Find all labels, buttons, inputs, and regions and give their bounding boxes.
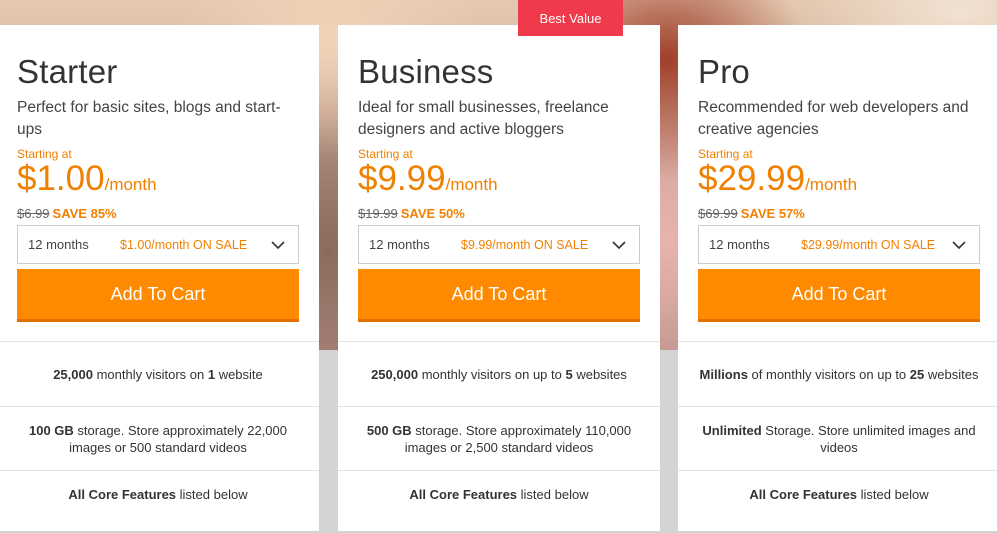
feature-visitors: 250,000 monthly visitors on up to 5 webs… — [338, 341, 660, 406]
price: $9.99/month — [358, 160, 640, 205]
price: $29.99/month — [698, 160, 980, 205]
feature-storage: 500 GB storage. Store approximately 110,… — [338, 406, 660, 470]
plan-description: Recommended for web developers and creat… — [698, 99, 969, 138]
term-length: 12 months — [709, 237, 770, 252]
feature-storage: Unlimited Storage. Store unlimited image… — [678, 406, 997, 470]
feature-visitors: Millions of monthly visitors on up to 25… — [678, 341, 997, 406]
savings-line: $19.99 SAVE 50% — [358, 206, 640, 222]
term-sale-price: $1.00/month ON SALE — [120, 237, 248, 252]
best-value-badge: Best Value — [518, 0, 623, 36]
add-to-cart-button[interactable]: Add To Cart — [17, 269, 299, 322]
save-percent: SAVE 85% — [52, 206, 117, 221]
chevron-down-icon — [952, 241, 966, 250]
price-amount: $1.00 — [17, 159, 105, 198]
term-sale-price: $29.99/month ON SALE — [801, 237, 936, 252]
term-length: 12 months — [28, 237, 89, 252]
plan-description: Ideal for small businesses, freelance de… — [358, 99, 609, 138]
term-dropdown[interactable]: 12 months $9.99/month ON SALE — [358, 225, 640, 264]
term-length: 12 months — [369, 237, 430, 252]
price: $1.00/month — [17, 160, 299, 205]
plan-card-starter: Starter Perfect for basic sites, blogs a… — [0, 25, 319, 531]
add-to-cart-button[interactable]: Add To Cart — [358, 269, 640, 322]
plan-card-pro: Pro Recommended for web developers and c… — [678, 25, 997, 531]
feature-storage: 100 GB storage. Store approximately 22,0… — [0, 406, 319, 470]
savings-line: $69.99 SAVE 57% — [698, 206, 980, 222]
feature-visitors: 25,000 monthly visitors on 1 website — [0, 341, 319, 406]
feature-core: All Core Features listed below — [338, 470, 660, 531]
original-price: $19.99 — [358, 206, 398, 221]
chevron-down-icon — [612, 241, 626, 250]
plan-description: Perfect for basic sites, blogs and start… — [17, 99, 281, 138]
feature-core: All Core Features listed below — [678, 470, 997, 531]
feature-core: All Core Features listed below — [0, 470, 319, 531]
price-amount: $9.99 — [358, 159, 446, 198]
save-percent: SAVE 50% — [400, 206, 465, 221]
price-period: /month — [445, 175, 498, 194]
add-to-cart-button[interactable]: Add To Cart — [698, 269, 980, 322]
original-price: $69.99 — [698, 206, 738, 221]
term-dropdown[interactable]: 12 months $29.99/month ON SALE — [698, 225, 980, 264]
plan-name: Starter — [17, 53, 118, 90]
price-period: /month — [104, 175, 157, 194]
price-period: /month — [805, 175, 858, 194]
savings-line: $6.99 SAVE 85% — [17, 206, 299, 222]
term-sale-price: $9.99/month ON SALE — [461, 237, 589, 252]
chevron-down-icon — [271, 241, 285, 250]
term-dropdown[interactable]: 12 months $1.00/month ON SALE — [17, 225, 299, 264]
original-price: $6.99 — [17, 206, 50, 221]
price-amount: $29.99 — [698, 159, 806, 198]
save-percent: SAVE 57% — [740, 206, 805, 221]
plan-card-business: Business Ideal for small businesses, fre… — [338, 25, 660, 531]
plan-name: Pro — [698, 53, 750, 90]
